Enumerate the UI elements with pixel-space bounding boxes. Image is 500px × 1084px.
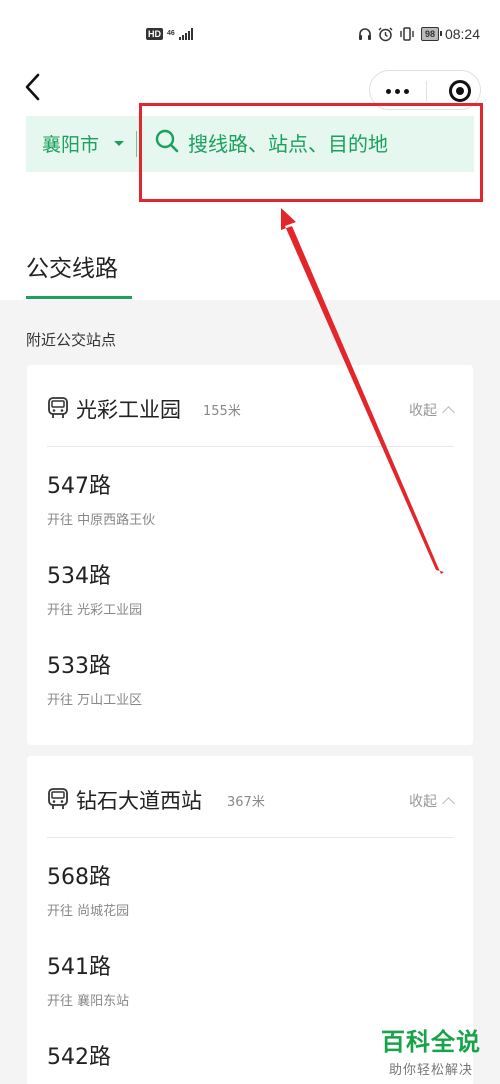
route-direction: 开往 襄阳东站 [47, 994, 130, 1009]
annotation-highlight-box [139, 103, 483, 202]
route-item[interactable]: 533路 开往 万山工业区 [47, 653, 142, 708]
alarm-icon [378, 27, 393, 42]
back-arrow-icon [25, 73, 40, 101]
search-divider [136, 131, 137, 157]
city-dropdown-icon[interactable] [114, 141, 124, 146]
route-name: 542路 [47, 1045, 111, 1070]
collapse-label: 收起 [409, 794, 437, 810]
divider [47, 446, 453, 447]
hd-badge: HD [146, 28, 163, 40]
tab-bus-routes[interactable]: 公交线路 [26, 249, 118, 283]
route-direction: 开往 中原西路王伙 [47, 513, 156, 528]
route-name: 533路 [47, 654, 111, 679]
route-name: 568路 [47, 865, 111, 890]
signal-icon [178, 28, 193, 40]
stop-card: 光彩工业园 155米 收起 547路 开往 中原西路王伙 534路 开往 光彩工… [27, 365, 473, 745]
chevron-up-icon [442, 406, 455, 419]
route-direction: 开往 尚城花园 [47, 904, 130, 919]
route-item[interactable]: 547路 开往 中原西路王伙 [47, 473, 155, 528]
battery-icon: 98 [420, 27, 442, 41]
bus-icon [47, 396, 69, 420]
vibrate-icon [399, 27, 415, 41]
route-name: 547路 [47, 474, 111, 499]
route-direction: 开往 光彩工业园 [47, 603, 143, 618]
stop-name[interactable]: 光彩工业园 [76, 394, 181, 424]
chevron-up-icon [442, 797, 455, 810]
back-button[interactable] [20, 72, 48, 102]
stop-distance: 367米 [227, 795, 265, 810]
status-left: HD 46 [146, 28, 193, 40]
tab-active-indicator [26, 296, 132, 299]
collapse-button[interactable]: 收起 [409, 400, 455, 420]
route-name: 534路 [47, 564, 111, 589]
close-miniapp-icon[interactable] [449, 80, 471, 102]
status-bar: HD 46 98 08:24 [0, 0, 500, 72]
route-item[interactable]: 568路 开往 尚城花园 [47, 864, 129, 919]
nearby-stops-title: 附近公交站点 [26, 331, 117, 349]
stop-distance: 155米 [203, 404, 241, 419]
route-item[interactable]: 541路 开往 襄阳东站 [47, 954, 129, 1009]
route-name: 541路 [47, 955, 111, 980]
collapse-label: 收起 [409, 403, 437, 419]
collapse-button[interactable]: 收起 [409, 791, 455, 811]
watermark-title: 百科全说 [381, 1028, 481, 1056]
headphone-icon [358, 27, 372, 41]
route-item[interactable]: 542路 [47, 1044, 111, 1072]
stop-name[interactable]: 钻石大道西站 [76, 785, 202, 815]
city-selector[interactable]: 襄阳市 [42, 130, 99, 157]
network-type: 46 [167, 30, 175, 37]
status-right: 98 08:24 [358, 26, 480, 42]
route-item[interactable]: 534路 开往 光彩工业园 [47, 563, 142, 618]
divider [47, 837, 453, 838]
clock: 08:24 [444, 26, 480, 42]
capsule-divider [426, 81, 427, 101]
more-options-icon[interactable] [386, 89, 409, 94]
watermark-subtitle: 助你轻松解决 [388, 1063, 473, 1078]
bus-icon [47, 787, 69, 811]
watermark-logo: 百科全说 助你轻松解决 [372, 1022, 490, 1078]
route-direction: 开往 万山工业区 [47, 693, 143, 708]
